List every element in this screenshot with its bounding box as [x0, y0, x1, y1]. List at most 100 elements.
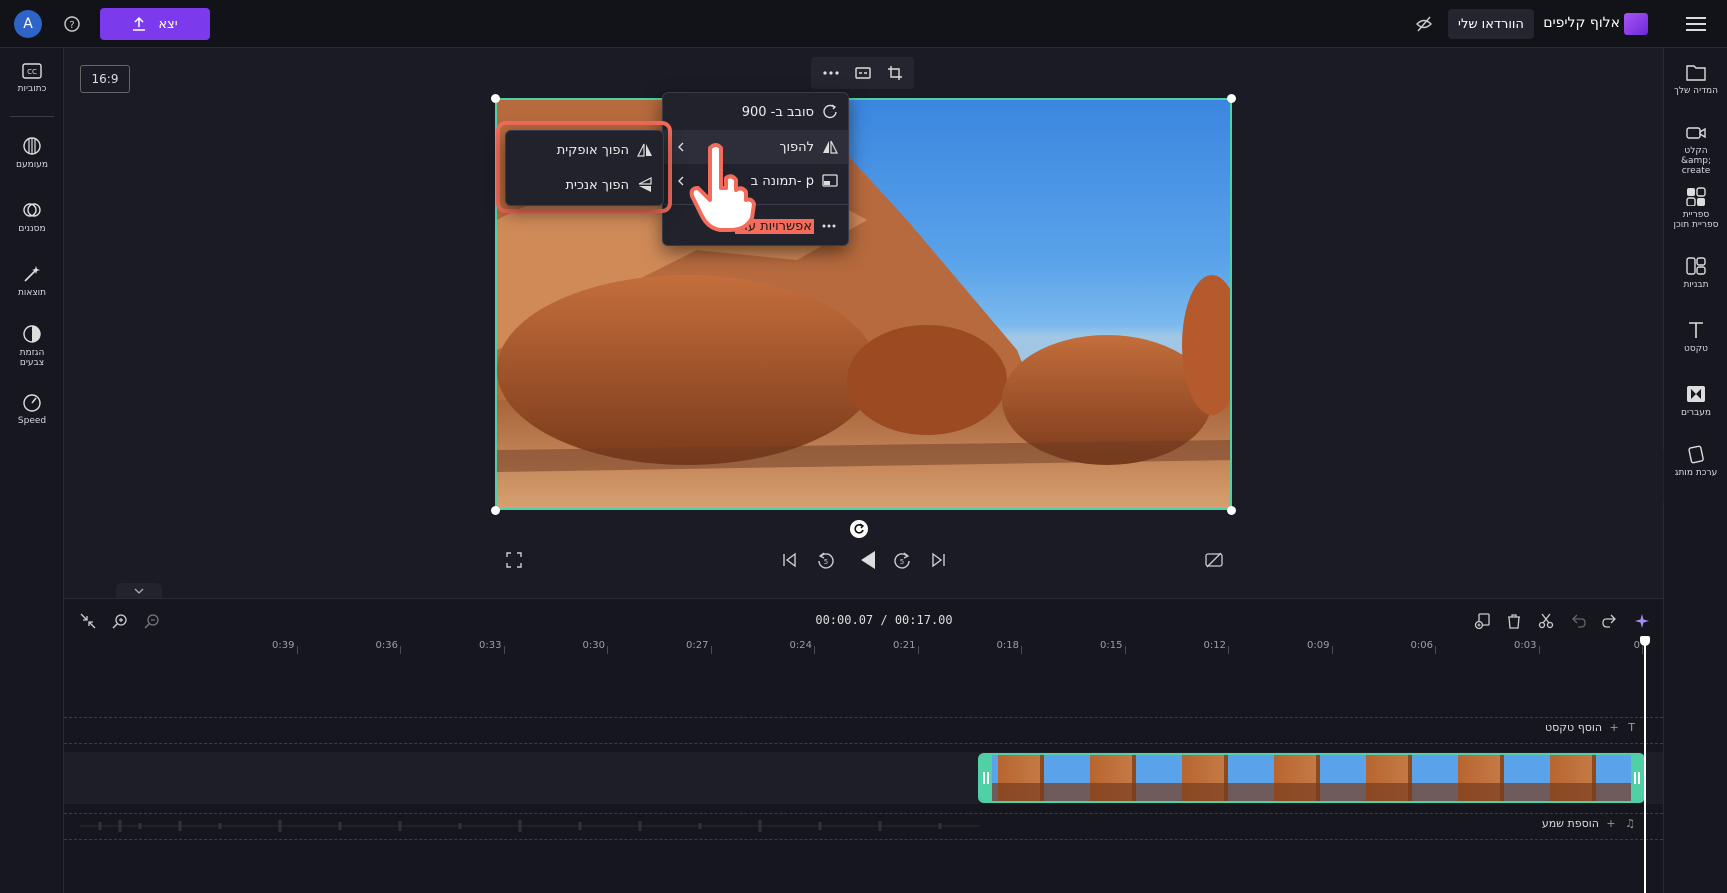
grip-icon	[983, 772, 989, 784]
delete-button[interactable]	[1502, 609, 1526, 633]
menu-item-rotate[interactable]: סובב ב- 900	[663, 95, 848, 129]
menu-item-flip-vertical[interactable]: הפוך אנכית	[506, 168, 663, 202]
timeline-tick-label: 0:18	[996, 640, 1019, 651]
more-icon	[822, 224, 836, 228]
timeline-tick-label: 0:09	[1307, 640, 1330, 651]
menu-item-label: סובב ב- 900	[741, 104, 814, 120]
crop-button[interactable]	[883, 61, 907, 85]
video-clip[interactable]	[978, 753, 1645, 803]
resize-handle[interactable]	[1227, 506, 1236, 515]
timeline-tick-mark	[1124, 646, 1126, 654]
zoom-in-button[interactable]	[108, 609, 132, 633]
redo-button[interactable]	[1598, 609, 1622, 633]
forward-5s-button[interactable]: 5	[890, 548, 914, 572]
playhead[interactable]	[1644, 640, 1646, 893]
sidebar-item-captions[interactable]: CC כתוביות	[0, 62, 64, 94]
add-audio-track[interactable]: הוספת שמע + ♫	[1480, 817, 1635, 835]
add-text-track[interactable]: הוסף טקסט + T	[1480, 721, 1635, 739]
rotate-handle[interactable]	[850, 520, 868, 538]
timeline-tick-mark	[814, 646, 815, 654]
sidebar-item-label: תבניות	[1683, 280, 1709, 290]
split-button[interactable]	[1534, 609, 1558, 633]
avatar-button[interactable]: A	[14, 10, 42, 38]
hamburger-menu-button[interactable]	[1680, 10, 1712, 38]
ai-assist-button[interactable]	[1630, 609, 1654, 633]
timeline-tick-label: 0:30	[582, 640, 605, 651]
timeline-tick-label: 0:27	[686, 640, 709, 651]
fullscreen-button[interactable]	[502, 548, 526, 572]
hide-preview-toggle[interactable]	[1202, 548, 1226, 572]
menu-item-label: הפוך אנכית	[565, 177, 630, 193]
sidebar-item-filters[interactable]: מסננים	[0, 200, 64, 234]
clip-trim-handle-left[interactable]	[980, 755, 992, 801]
timeline-tick-label: 0:03	[1514, 640, 1537, 651]
eye-off-icon	[1416, 16, 1432, 32]
grip-icon	[1634, 772, 1640, 784]
undo-button[interactable]	[1566, 609, 1590, 633]
collapse-timeline-button[interactable]	[116, 583, 162, 598]
filters-icon	[23, 203, 41, 217]
plus-icon: +	[1609, 721, 1619, 734]
play-button[interactable]	[854, 546, 882, 574]
sidebar-item-color-adjust[interactable]: הגזמת צבעים	[0, 324, 64, 368]
timeline-tick-label: 0:39	[272, 640, 295, 651]
timeline-tick-mark	[296, 646, 298, 654]
right-sidebar: המדיה שלך הקלט &amp; create ספריית ספריי…	[1648, 48, 1727, 893]
hide-preview-button[interactable]	[1412, 12, 1436, 36]
sidebar-item-label: ספריית ספריית תוכן	[1673, 210, 1719, 230]
resize-handle[interactable]	[491, 506, 500, 515]
sidebar-item-record-create[interactable]: הקלט &amp; create	[1664, 124, 1727, 176]
track-divider	[64, 717, 1663, 718]
plus-icon: +	[1606, 817, 1616, 830]
fit-button[interactable]	[851, 61, 875, 85]
time-display: 00:00.07 / 00:17.00	[815, 613, 953, 627]
sidebar-item-label: המדיה שלך	[1674, 86, 1718, 96]
clip-frames-overlay	[980, 783, 1643, 801]
resize-handle[interactable]	[491, 94, 500, 103]
more-icon	[823, 71, 839, 75]
aspect-ratio-button[interactable]: 16:9	[80, 65, 130, 93]
resize-handle[interactable]	[1227, 94, 1236, 103]
timeline-tick-mark	[917, 646, 919, 654]
duplicate-button[interactable]	[1470, 609, 1494, 633]
fade-icon	[23, 137, 41, 155]
rotate-icon	[854, 523, 865, 534]
sidebar-item-label: הקלט &amp; create	[1680, 146, 1712, 176]
sidebar-item-brand-kit[interactable]: ערכת מותג	[1664, 444, 1727, 478]
fit-timeline-button[interactable]	[76, 609, 100, 633]
zoom-in-icon	[112, 614, 127, 629]
text-icon: T	[1628, 721, 1635, 734]
sidebar-item-your-media[interactable]: המדיה שלך	[1664, 62, 1727, 96]
sidebar-item-content-library[interactable]: ספריית ספריית תוכן	[1664, 186, 1727, 230]
svg-text:5: 5	[824, 558, 828, 566]
audio-waveform-placeholder	[80, 820, 980, 832]
timeline-tick-label: 0:06	[1410, 640, 1433, 651]
timeline-tick-label: 0:36	[375, 640, 398, 651]
help-button[interactable]: ?	[60, 12, 84, 36]
playhead-knob[interactable]	[1640, 636, 1650, 646]
sidebar-item-label: הגזמת צבעים	[19, 348, 45, 368]
clip-trim-handle-right[interactable]	[1631, 755, 1643, 801]
sidebar-item-text[interactable]: טקסט	[1664, 320, 1727, 354]
trash-icon	[1508, 614, 1520, 629]
skip-start-button[interactable]	[778, 548, 802, 572]
sidebar-item-label: Speed	[17, 416, 47, 426]
my-videos-button[interactable]: הוורדאו שלי	[1448, 9, 1534, 39]
skip-end-button[interactable]	[926, 548, 950, 572]
sidebar-item-templates[interactable]: תבניות	[1664, 256, 1727, 290]
menu-item-flip-horizontal[interactable]: הפוך אופקית	[506, 133, 663, 167]
sidebar-item-fade[interactable]: מעומעם	[0, 136, 64, 170]
sidebar-item-speed[interactable]: Speed	[0, 392, 64, 426]
sidebar-item-transitions[interactable]: מעברים	[1664, 384, 1727, 418]
export-button[interactable]: יצא	[100, 8, 210, 40]
timeline-tick-mark	[503, 646, 505, 654]
crop-icon	[888, 66, 902, 80]
rewind-5s-button[interactable]: 5	[814, 548, 838, 572]
menu-item-label: להפוך	[779, 139, 814, 155]
zoom-out-button[interactable]	[140, 609, 164, 633]
sidebar-item-effects[interactable]: תוצאות	[0, 264, 64, 298]
sidebar-divider	[10, 116, 54, 117]
sidebar-item-label: מעומעם	[16, 160, 48, 170]
sidebar-item-label: כתוביות	[17, 84, 47, 94]
more-options-button[interactable]	[819, 61, 843, 85]
